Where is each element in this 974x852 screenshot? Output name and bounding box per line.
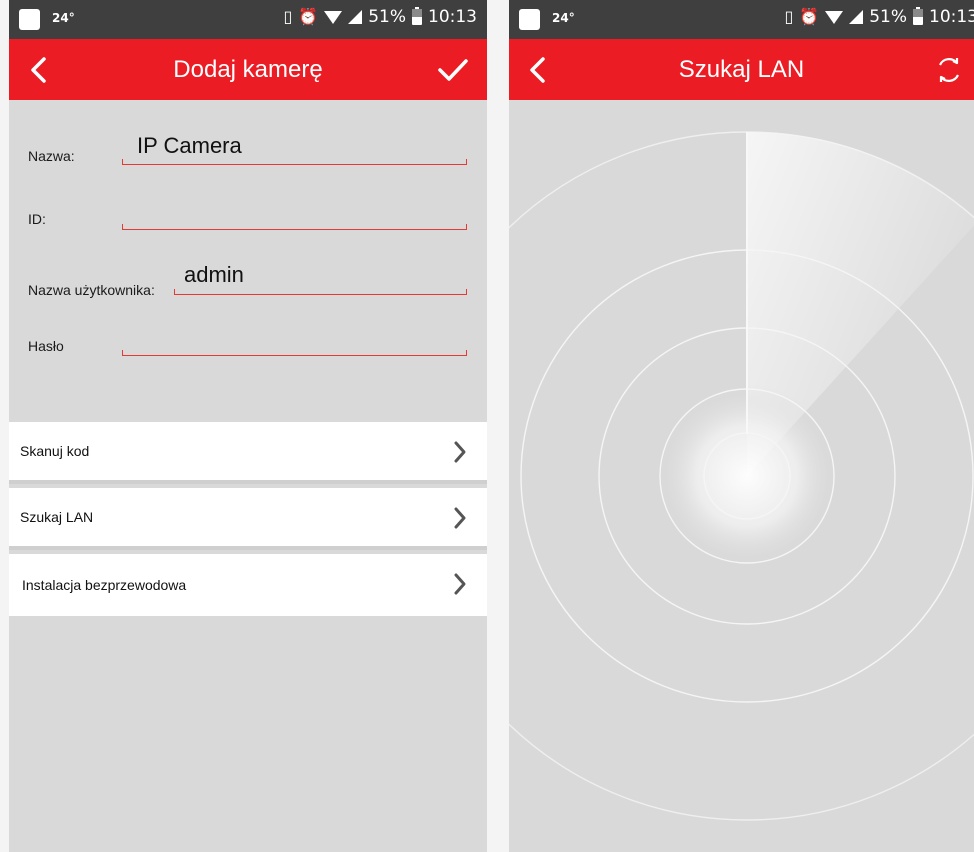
chevron-right-icon — [454, 441, 466, 463]
alarm-icon: ⏰ — [799, 7, 820, 26]
wifi-icon — [825, 10, 844, 24]
menu-item-label: Skanuj kod — [20, 443, 90, 459]
camera-form: Nazwa: IP Camera ID: Nazwa użytkownika: … — [9, 100, 487, 422]
confirm-button[interactable] — [423, 39, 483, 100]
lan-search-screen: 24° ▯ ⏰ 51% 10:13 Szukaj LAN — [509, 0, 974, 852]
refresh-button[interactable] — [924, 39, 974, 100]
menu-item-wireless-setup[interactable]: Instalacja bezprzewodowa — [9, 554, 487, 616]
battery-icon — [913, 7, 923, 25]
vibrate-icon: ▯ — [283, 7, 293, 26]
battery-percent: 51% — [368, 7, 406, 27]
notification-icon — [519, 9, 540, 30]
menu-item-lan-search[interactable]: Szukaj LAN — [9, 488, 487, 546]
menu-item-label: Instalacja bezprzewodowa — [22, 577, 187, 593]
clock: 10:13 — [929, 7, 974, 27]
status-bar: 24° ▯ ⏰ 51% 10:13 — [9, 0, 487, 39]
username-label: Nazwa użytkownika: — [28, 282, 155, 298]
menu-item-scan-code[interactable]: Skanuj kod — [9, 422, 487, 480]
username-underline — [174, 289, 467, 295]
password-label: Hasło — [28, 338, 64, 354]
page-title: Dodaj kamerę — [173, 56, 323, 83]
alarm-icon: ⏰ — [298, 7, 319, 26]
add-camera-screen: 24° ▯ ⏰ 51% 10:13 Dodaj kamerę Nazwa: IP… — [9, 0, 487, 852]
clock: 10:13 — [428, 7, 477, 27]
name-underline — [122, 159, 467, 165]
refresh-icon — [938, 57, 960, 82]
signal-icon — [849, 10, 864, 24]
vibrate-icon: ▯ — [784, 7, 794, 26]
divider — [9, 546, 487, 554]
page-title: Szukaj LAN — [678, 56, 805, 83]
name-field[interactable]: IP Camera — [137, 133, 242, 159]
chevron-right-icon — [454, 507, 466, 529]
password-underline — [122, 350, 467, 356]
id-underline — [122, 224, 467, 230]
temperature-text: 24° — [552, 11, 575, 25]
battery-icon — [412, 7, 422, 25]
checkmark-icon — [438, 58, 468, 81]
temperature-text: 24° — [52, 11, 75, 25]
battery-percent: 51% — [869, 7, 907, 27]
app-bar: Dodaj kamerę — [9, 39, 487, 100]
app-bar: Szukaj LAN — [509, 39, 974, 100]
notification-icon — [19, 9, 40, 30]
menu-item-label: Szukaj LAN — [20, 509, 94, 525]
signal-icon — [348, 10, 363, 24]
radar-scan-graphic — [509, 131, 974, 821]
name-label: Nazwa: — [28, 148, 75, 164]
id-label: ID: — [28, 211, 46, 227]
divider — [9, 480, 487, 488]
status-bar: 24° ▯ ⏰ 51% 10:13 — [509, 0, 974, 39]
username-field[interactable]: admin — [184, 262, 244, 288]
wifi-icon — [324, 10, 343, 24]
chevron-right-icon — [454, 573, 466, 595]
